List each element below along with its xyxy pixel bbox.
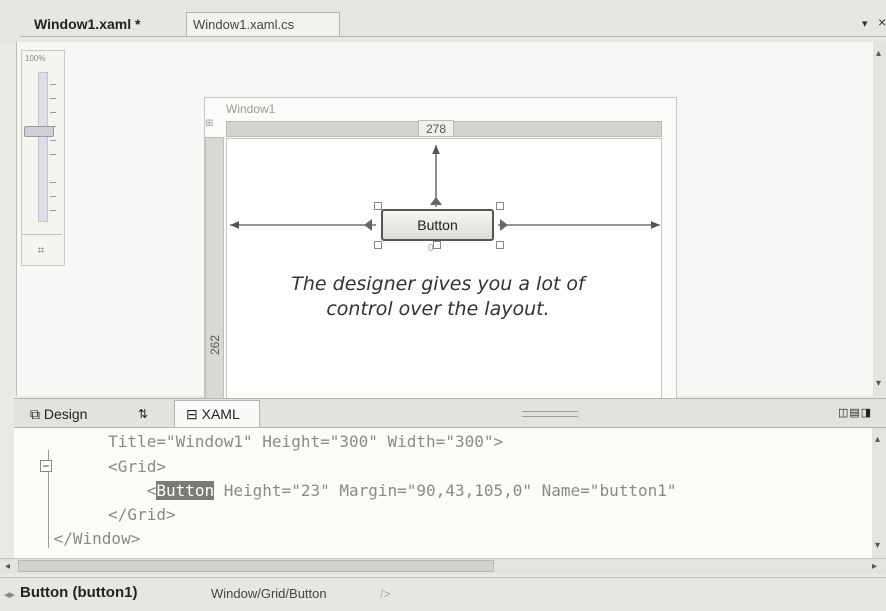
code-line: <Grid> <box>60 456 166 478</box>
code-horizontal-scroll-thumb[interactable] <box>18 560 494 572</box>
annotation-text: The designer gives you a lot of control … <box>291 273 585 320</box>
pane-splitter-grip[interactable] <box>522 411 578 417</box>
scroll-left-icon[interactable]: ◂ <box>5 561 10 572</box>
code-indent: < <box>60 481 157 500</box>
breadcrumb-nav-icon[interactable]: ◂▸ <box>4 588 15 601</box>
code-attributes: Height="23" Margin="90,43,105,0" Name="b… <box>214 481 677 500</box>
scroll-up-icon[interactable]: ▴ <box>875 434 880 445</box>
breadcrumb-path[interactable]: Window/Grid/Button <box>211 586 327 601</box>
scroll-right-icon[interactable]: ▸ <box>872 561 877 572</box>
pane-layout-buttons[interactable]: ◫▤◨ <box>838 406 872 419</box>
resize-handle[interactable] <box>496 241 504 249</box>
tab-design-label: Design <box>43 406 88 422</box>
tab-design[interactable]: ⧉ Design <box>30 403 110 425</box>
button-bottom-margin-value: 0 <box>428 243 434 254</box>
code-line: Title="Window1" Height="300" Width="300"… <box>60 432 504 451</box>
top-anchor-icon[interactable] <box>430 197 442 205</box>
resize-handle[interactable] <box>433 241 441 249</box>
left-anchor-icon[interactable] <box>364 219 372 231</box>
right-anchor-icon[interactable] <box>500 219 508 231</box>
code-line: </Window> <box>44 529 141 548</box>
tab-xaml[interactable]: ⊟ XAML <box>186 403 250 425</box>
selected-element-name: Button <box>156 481 215 500</box>
scroll-down-icon[interactable]: ▾ <box>875 540 880 551</box>
code-line: <Button Height="23" Margin="90,43,105,0"… <box>60 480 677 502</box>
swap-panes-icon[interactable]: ⇅ <box>138 403 158 425</box>
code-line: </Grid> <box>60 505 176 524</box>
design-button[interactable]: Button <box>381 209 494 241</box>
xaml-view-icon: ⊟ <box>186 406 202 422</box>
resize-handle[interactable] <box>496 202 504 210</box>
code-tag: <Grid> <box>108 457 166 476</box>
tab-xaml-label: XAML <box>201 406 240 422</box>
design-view-icon: ⧉ <box>30 406 44 422</box>
breadcrumb-selected-element[interactable]: Button (button1) <box>20 584 137 601</box>
code-vertical-scrollbar[interactable]: ▴ ▾ <box>872 428 886 558</box>
resize-handle[interactable] <box>374 202 382 210</box>
collapse-toggle-icon[interactable]: − <box>40 460 52 472</box>
breadcrumb-end-marker: /> <box>380 587 391 601</box>
resize-handle[interactable] <box>374 241 382 249</box>
